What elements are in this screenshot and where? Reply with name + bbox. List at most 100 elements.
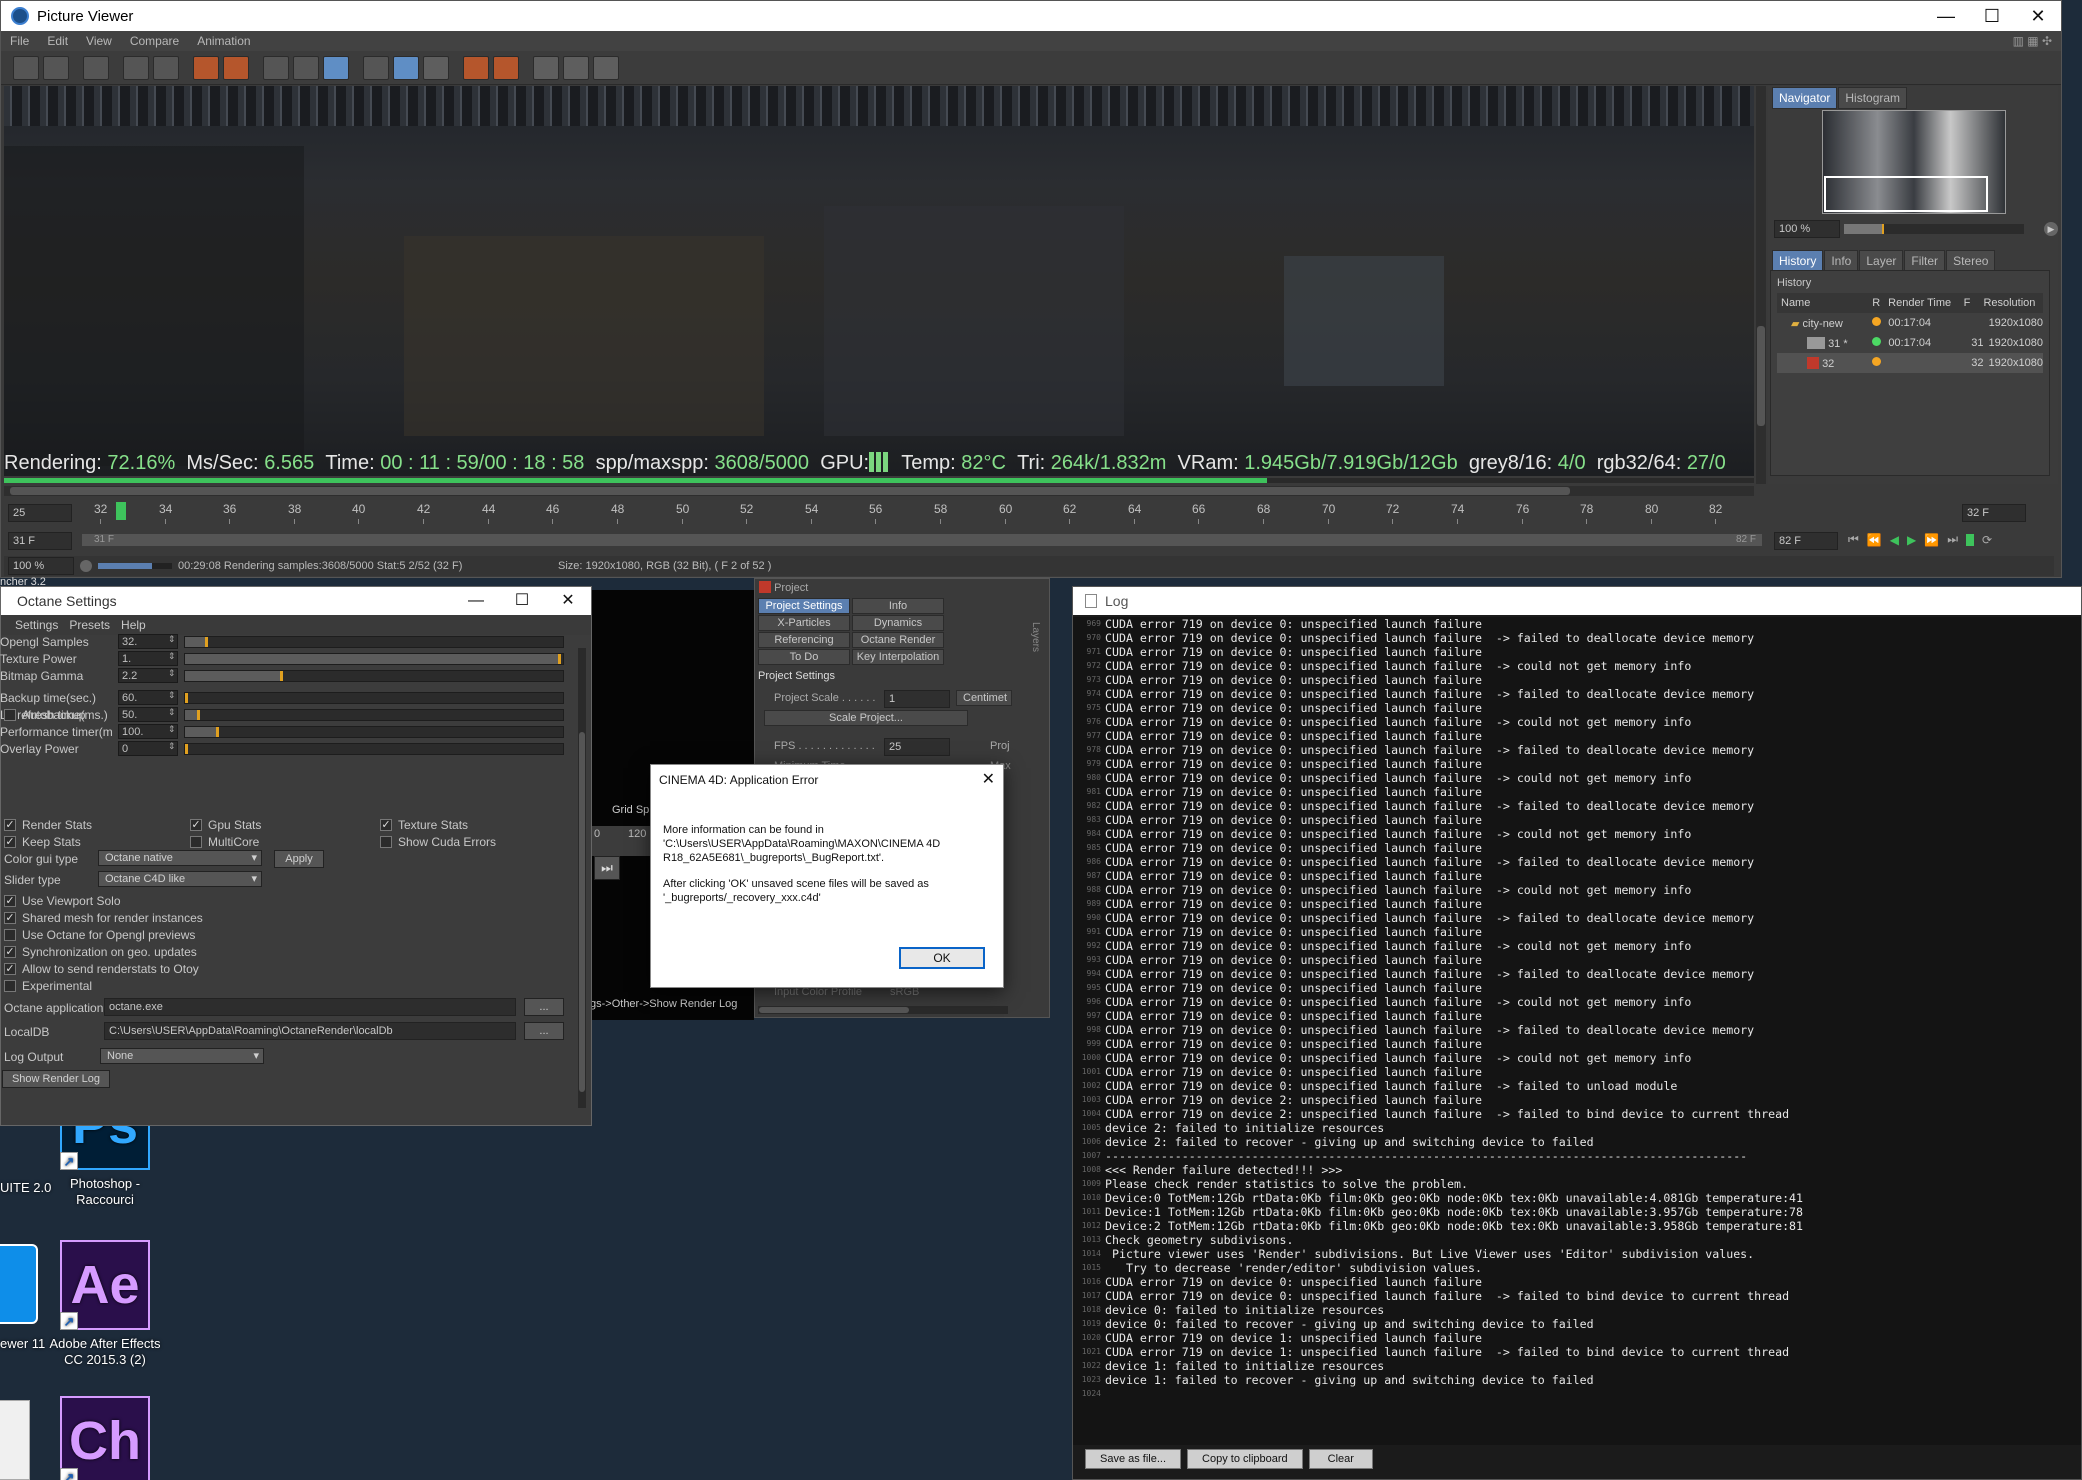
- copy-frame-icon[interactable]: [193, 55, 219, 80]
- project-btn-dynamics[interactable]: Dynamics: [852, 615, 944, 631]
- close-icon[interactable]: ✕: [2015, 1, 2061, 31]
- split-v-icon[interactable]: [563, 55, 589, 80]
- timeline-frame-field[interactable]: 31 F: [8, 532, 72, 550]
- goto-end-icon[interactable]: ⏭: [1947, 532, 1958, 547]
- octane-slider-track[interactable]: [184, 692, 564, 704]
- status-zoom-icon[interactable]: [80, 560, 92, 572]
- folder-icon[interactable]: [0, 1400, 30, 1480]
- menu-animation[interactable]: Animation: [188, 34, 259, 48]
- history-row-selected[interactable]: 32 32 1920x1080: [1777, 353, 2043, 373]
- region-render-icon[interactable]: [293, 55, 319, 80]
- project-btn-info[interactable]: Info: [852, 598, 944, 614]
- maximize-icon[interactable]: ☐: [1969, 1, 2015, 31]
- menu-settings[interactable]: Settings: [1, 618, 65, 632]
- project-scrollbar[interactable]: [758, 1006, 1008, 1014]
- save-as-file-button[interactable]: Save as file...: [1085, 1449, 1182, 1469]
- horizontal-scrollbar[interactable]: [4, 486, 1754, 496]
- after-effects-shortcut[interactable]: Ae ↗ Adobe After Effects CC 2015.3 (2): [40, 1240, 170, 1368]
- spinner-arrows-icon[interactable]: ⇕: [168, 690, 176, 701]
- spinner-arrows-icon[interactable]: ⇕: [168, 707, 176, 718]
- dialog-close-icon[interactable]: ✕: [982, 769, 995, 789]
- log-text-area[interactable]: 969 CUDA error 719 on device 0: unspecifi…: [1073, 617, 2081, 1445]
- goto-start-icon[interactable]: ⏮: [1848, 532, 1859, 547]
- compare-icon[interactable]: [363, 55, 389, 80]
- clear-button[interactable]: Clear: [1308, 1449, 1373, 1469]
- ab-off-icon[interactable]: [423, 55, 449, 80]
- spinner-arrows-icon[interactable]: ⇕: [168, 741, 176, 752]
- autobackup-checkbox[interactable]: [4, 709, 16, 721]
- region-icon[interactable]: [263, 55, 289, 80]
- show-render-log-button[interactable]: Show Render Log: [2, 1070, 110, 1088]
- log-output-dropdown[interactable]: None ▾: [100, 1048, 264, 1064]
- play-reverse-icon[interactable]: ◀: [1890, 533, 1899, 547]
- octane-slider-track[interactable]: [184, 709, 564, 721]
- project-btn-key-interp[interactable]: Key Interpolation: [852, 649, 944, 665]
- project-scale-field[interactable]: 1: [884, 690, 950, 708]
- octane-titlebar[interactable]: Octane Settings — ☐ ✕: [1, 587, 591, 615]
- opt-sync-geo[interactable]: ✓ Synchronization on geo. updates: [4, 945, 197, 959]
- project-btn-xparticles[interactable]: X-Particles: [758, 615, 850, 631]
- menu-help[interactable]: Help: [117, 618, 153, 632]
- timeline-end-field-2[interactable]: 82 F: [1774, 532, 1838, 550]
- minimize-icon[interactable]: —: [453, 587, 499, 615]
- menu-edit[interactable]: Edit: [38, 34, 77, 48]
- timeline-start-field[interactable]: 25: [8, 504, 72, 522]
- project-btn-todo[interactable]: To Do: [758, 649, 850, 665]
- project-btn-referencing[interactable]: Referencing: [758, 632, 850, 648]
- octane-slider-track[interactable]: [184, 653, 564, 665]
- zoom-field[interactable]: 100 %: [1774, 220, 1840, 238]
- history-row[interactable]: 31 * 00:17:04 31 1920x1080: [1777, 333, 2043, 353]
- tab-info[interactable]: Info: [1824, 250, 1859, 272]
- check-keep-stats[interactable]: ✓ Keep Stats: [4, 835, 81, 849]
- layout-icons[interactable]: ▥ ▦ ✣: [2004, 34, 2061, 48]
- tab-layer[interactable]: Layer: [1859, 250, 1904, 272]
- tab-stereo[interactable]: Stereo: [1946, 250, 1996, 272]
- octane-slider-track[interactable]: [184, 726, 564, 738]
- octane-app-field[interactable]: octane.exe: [104, 998, 516, 1016]
- check-render-stats[interactable]: ✓ Render Stats: [4, 818, 92, 832]
- menu-presets[interactable]: Presets: [65, 618, 117, 632]
- project-fps-field[interactable]: 25: [884, 738, 950, 756]
- render-to-pv-button[interactable]: ⏭: [594, 856, 620, 880]
- apply-button[interactable]: Apply: [274, 850, 324, 868]
- check-multicore[interactable]: MultiCore: [190, 835, 259, 849]
- snapshot-icon[interactable]: [123, 55, 149, 80]
- record-icon[interactable]: [1966, 533, 1974, 546]
- spinner-arrows-icon[interactable]: ⇕: [168, 668, 176, 679]
- opt-opengl-previews[interactable]: Use Octane for Opengl previews: [4, 928, 195, 942]
- character-animator-shortcut[interactable]: Ch ↗: [40, 1396, 170, 1480]
- tab-histogram[interactable]: Histogram: [1838, 87, 1908, 109]
- localdb-field[interactable]: C:\Users\USER\AppData\Roaming\OctaneRend…: [104, 1022, 516, 1040]
- opt-viewport-solo[interactable]: ✓ Use Viewport Solo: [4, 894, 121, 908]
- zoom-reset-icon[interactable]: ▶: [2044, 222, 2058, 236]
- color-gui-dropdown[interactable]: Octane native ▾: [98, 850, 262, 866]
- paste-frame-icon[interactable]: [223, 55, 249, 80]
- check-show-cuda-errors[interactable]: Show Cuda Errors: [380, 835, 496, 849]
- scale-project-button[interactable]: Scale Project...: [764, 710, 968, 726]
- spinner-arrows-icon[interactable]: ⇕: [168, 634, 176, 645]
- minimize-icon[interactable]: —: [1923, 1, 1969, 31]
- menu-view[interactable]: View: [77, 34, 121, 48]
- split-swap-icon[interactable]: [593, 55, 619, 80]
- project-side-tab-layers[interactable]: Layers: [1030, 622, 1041, 652]
- autobackup-row[interactable]: Autobackup: [4, 708, 85, 722]
- tab-history[interactable]: History: [1772, 250, 1824, 272]
- vertical-scrollbar[interactable]: [1756, 86, 1766, 484]
- status-zoom-field[interactable]: 100 %: [8, 557, 74, 575]
- step-back-icon[interactable]: ⏪: [1867, 533, 1882, 547]
- tab-navigator[interactable]: Navigator: [1772, 87, 1838, 109]
- check-gpu-stats[interactable]: ✓ Gpu Stats: [190, 818, 261, 832]
- history-row-folder[interactable]: ▰ city-new 00:17:04 1920x1080: [1777, 313, 2043, 333]
- timeline-playhead[interactable]: [116, 502, 126, 520]
- timeline-range-bar[interactable]: 31 F 82 F: [82, 534, 1762, 546]
- set-b-icon[interactable]: [493, 55, 519, 80]
- browse-localdb-button[interactable]: ...: [524, 1022, 564, 1040]
- navigator-viewport-rect[interactable]: [1824, 176, 1988, 212]
- ok-button[interactable]: OK: [899, 947, 985, 969]
- person-icon[interactable]: [153, 55, 179, 80]
- octane-slider-track[interactable]: [184, 670, 564, 682]
- log-titlebar[interactable]: Log: [1073, 587, 2081, 615]
- maximize-icon[interactable]: ☐: [499, 587, 545, 615]
- zoom-slider[interactable]: [1844, 224, 2024, 234]
- check-texture-stats[interactable]: ✓ Texture Stats: [380, 818, 468, 832]
